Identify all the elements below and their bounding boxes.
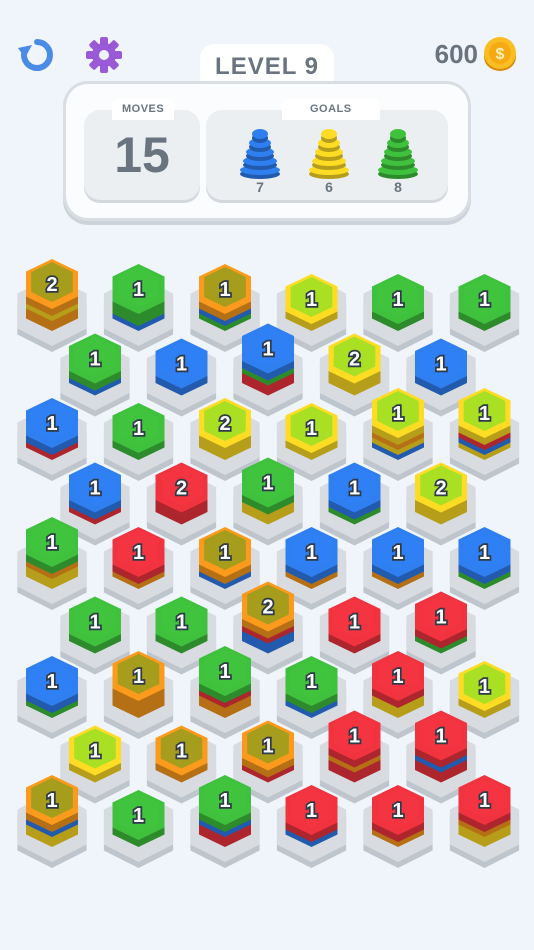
stack-count: 1 bbox=[435, 354, 446, 376]
stack-count: 2 bbox=[435, 478, 446, 500]
hex-stack[interactable]: 1 bbox=[190, 775, 260, 868]
stack-count: 1 bbox=[392, 403, 403, 425]
stack-count: 1 bbox=[89, 349, 100, 371]
hex-stack[interactable]: 2 bbox=[17, 259, 87, 352]
hex-stack[interactable]: 1 bbox=[449, 527, 520, 610]
stack-count: 2 bbox=[262, 597, 273, 619]
stack-count: 1 bbox=[435, 607, 446, 629]
stack-count: 1 bbox=[133, 542, 144, 564]
stack-count: 1 bbox=[479, 403, 490, 425]
hex-stack[interactable]: 2 bbox=[406, 462, 476, 546]
hex-stack[interactable]: 1 bbox=[449, 775, 520, 868]
stack-count: 1 bbox=[479, 790, 490, 812]
stack-count: 2 bbox=[219, 413, 230, 435]
stack-count: 1 bbox=[349, 726, 360, 748]
stack-count: 1 bbox=[176, 354, 187, 376]
hex-board: 2 1 1 1 1 1 1 1 1 2 1 1 1 2 1 1 1 1 2 1 1 2 1 1 1 1 1 1 1 1 2 1 1 1 1 1 1 1 1 1… bbox=[17, 259, 520, 868]
hex-stack[interactable]: 1 bbox=[449, 388, 520, 481]
stack-count: 1 bbox=[479, 542, 490, 564]
stack-count: 1 bbox=[435, 726, 446, 748]
stack-count: 1 bbox=[392, 666, 403, 688]
stack-count: 1 bbox=[392, 800, 403, 822]
stack-count: 1 bbox=[479, 676, 490, 698]
hex-stack[interactable]: 1 bbox=[363, 388, 433, 481]
stack-count: 1 bbox=[219, 790, 230, 812]
stack-count: 1 bbox=[133, 666, 144, 688]
stack-count: 1 bbox=[262, 473, 273, 495]
stack-count: 1 bbox=[349, 612, 360, 634]
hex-stack[interactable]: 1 bbox=[103, 403, 174, 481]
hex-stack[interactable]: 1 bbox=[103, 651, 174, 739]
stack-count: 1 bbox=[306, 542, 317, 564]
stack-count: 1 bbox=[262, 339, 273, 361]
hex-stack[interactable]: 1 bbox=[363, 274, 433, 352]
stack-count: 1 bbox=[89, 612, 100, 634]
hex-stack[interactable]: 1 bbox=[103, 527, 174, 610]
hex-stack[interactable]: 1 bbox=[319, 710, 390, 804]
stack-count: 1 bbox=[89, 478, 100, 500]
stack-count: 1 bbox=[306, 800, 317, 822]
stack-count: 1 bbox=[392, 289, 403, 311]
stack-count: 1 bbox=[46, 790, 57, 812]
hex-stack[interactable]: 1 bbox=[17, 517, 87, 610]
stack-count: 1 bbox=[306, 289, 317, 311]
hex-stack[interactable]: 1 bbox=[60, 333, 130, 417]
hex-stack[interactable]: 1 bbox=[276, 785, 347, 868]
stack-count: 1 bbox=[176, 612, 187, 634]
hex-stack[interactable]: 1 bbox=[233, 323, 303, 417]
stack-count: 1 bbox=[219, 542, 230, 564]
hex-stack[interactable]: 1 bbox=[363, 785, 433, 868]
stack-count: 2 bbox=[46, 274, 57, 296]
stack-count: 1 bbox=[46, 413, 57, 435]
stack-count: 1 bbox=[306, 671, 317, 693]
stack-count: 2 bbox=[176, 478, 187, 500]
hex-stack[interactable]: 1 bbox=[17, 656, 87, 739]
hex-stack[interactable]: 1 bbox=[190, 646, 260, 739]
hex-stack[interactable]: 1 bbox=[17, 775, 87, 868]
stack-count: 1 bbox=[133, 805, 144, 827]
stack-count: 1 bbox=[133, 418, 144, 440]
stack-count: 1 bbox=[349, 478, 360, 500]
stack-count: 1 bbox=[89, 741, 100, 763]
stack-count: 1 bbox=[479, 289, 490, 311]
stack-count: 1 bbox=[262, 736, 273, 758]
hex-stack[interactable]: 1 bbox=[363, 527, 433, 610]
hex-stack[interactable]: 1 bbox=[146, 338, 217, 417]
hex-stack[interactable]: 1 bbox=[17, 398, 87, 481]
hex-stack[interactable]: 1 bbox=[233, 457, 303, 546]
hex-stack[interactable]: 1 bbox=[103, 790, 174, 868]
stack-count: 1 bbox=[46, 671, 57, 693]
stack-count: 1 bbox=[219, 661, 230, 683]
hex-stack[interactable]: 1 bbox=[319, 462, 390, 546]
stack-count: 1 bbox=[46, 532, 57, 554]
stack-count: 1 bbox=[306, 418, 317, 440]
hex-stack[interactable]: 1 bbox=[103, 264, 174, 352]
stack-count: 2 bbox=[349, 349, 360, 371]
stack-count: 1 bbox=[219, 279, 230, 301]
stack-count: 1 bbox=[392, 542, 403, 564]
hex-stack[interactable]: 1 bbox=[449, 274, 520, 352]
stack-count: 1 bbox=[176, 741, 187, 763]
stack-count: 1 bbox=[133, 279, 144, 301]
hex-stack[interactable]: 2 bbox=[146, 462, 217, 546]
